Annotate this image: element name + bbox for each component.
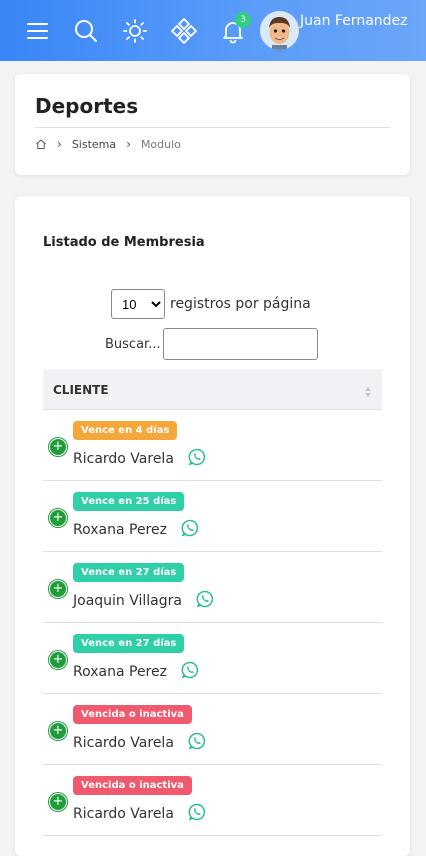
sun-icon[interactable]	[122, 18, 148, 44]
search-label: Buscar...	[105, 336, 161, 352]
expand-row-icon[interactable]: +	[49, 509, 67, 527]
chevron-right-icon: ›	[57, 137, 62, 151]
page-title: Deportes	[35, 94, 139, 118]
expand-row-icon[interactable]: +	[49, 793, 67, 811]
chevron-right-icon: ›	[126, 137, 131, 151]
user-name[interactable]: Juan Fernandez	[300, 11, 420, 32]
notification-count-badge: 3	[235, 12, 251, 28]
table-row[interactable]: + Vence en 25 días Roxana Perez	[43, 481, 382, 552]
client-name: Ricardo Varela	[73, 806, 174, 822]
search-icon[interactable]	[73, 18, 99, 44]
top-navbar: 3 Juan Fernandez	[0, 0, 426, 61]
sort-icon[interactable]	[364, 383, 372, 397]
status-badge: Vence en 27 días	[73, 634, 185, 653]
page-header-card: Deportes › Sistema › Modulo	[15, 74, 410, 175]
breadcrumb-item-modulo: Modulo	[140, 137, 181, 151]
whatsapp-icon[interactable]	[188, 803, 206, 821]
breadcrumb-item-sistema[interactable]: Sistema	[72, 138, 116, 151]
whatsapp-icon[interactable]	[181, 661, 199, 679]
client-name: Roxana Perez	[73, 664, 167, 680]
user-avatar[interactable]	[260, 11, 299, 50]
page-length-control: 10 registros por página	[111, 289, 311, 319]
whatsapp-icon[interactable]	[188, 732, 206, 750]
divider	[35, 127, 390, 128]
table-header[interactable]: CLIENTE	[43, 369, 382, 410]
table-row[interactable]: + Vence en 27 días Joaquin Villagra	[43, 552, 382, 623]
home-icon[interactable]	[35, 138, 47, 150]
whatsapp-icon[interactable]	[181, 519, 199, 537]
status-badge: Vence en 27 días	[73, 563, 185, 582]
whatsapp-icon[interactable]	[196, 590, 214, 608]
expand-row-icon[interactable]: +	[49, 580, 67, 598]
status-badge: Vence en 4 días	[73, 421, 178, 440]
whatsapp-icon[interactable]	[188, 448, 206, 466]
client-name: Joaquin Villagra	[73, 593, 182, 609]
client-name: Ricardo Varela	[73, 735, 174, 751]
apps-icon[interactable]	[170, 17, 198, 45]
status-badge: Vencida o inactiva	[73, 776, 192, 795]
menu-icon[interactable]	[25, 18, 51, 44]
membership-list-card: Listado de Membresia 10 registros por pá…	[15, 196, 410, 856]
expand-row-icon[interactable]: +	[49, 722, 67, 740]
client-name: Ricardo Varela	[73, 451, 174, 467]
table-row[interactable]: + Vencida o inactiva Ricardo Varela	[43, 765, 382, 836]
search-input[interactable]	[162, 328, 318, 360]
page-length-select[interactable]: 10	[111, 289, 165, 319]
table-row[interactable]: + Vence en 4 días Ricardo Varela	[43, 410, 382, 481]
expand-row-icon[interactable]: +	[49, 438, 67, 456]
table-row[interactable]: + Vencida o inactiva Ricardo Varela	[43, 694, 382, 765]
table-row[interactable]: + Vence en 27 días Roxana Perez	[43, 623, 382, 694]
expand-row-icon[interactable]: +	[49, 651, 67, 669]
search-control: Buscar...	[105, 328, 318, 360]
list-title: Listado de Membresia	[43, 235, 205, 250]
status-badge: Vencida o inactiva	[73, 705, 192, 724]
client-name: Roxana Perez	[73, 522, 167, 538]
page-length-label: registros por página	[170, 296, 311, 312]
breadcrumb: › Sistema › Modulo	[35, 137, 181, 151]
column-header-cliente[interactable]: CLIENTE	[53, 383, 109, 397]
status-badge: Vence en 25 días	[73, 492, 185, 511]
